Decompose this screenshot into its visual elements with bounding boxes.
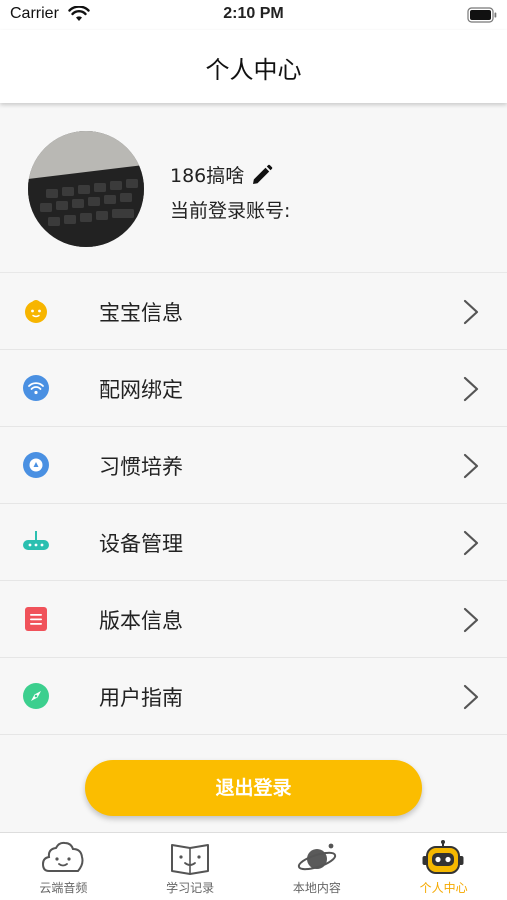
chevron-right-icon: [463, 453, 479, 479]
logout-button[interactable]: 退出登录: [85, 760, 422, 816]
tab-learning-record[interactable]: 学习记录: [127, 833, 254, 900]
edit-pencil-icon[interactable]: [250, 163, 274, 187]
avatar-photo: [28, 131, 144, 247]
document-icon: [25, 607, 47, 631]
robot-icon: [422, 840, 464, 874]
menu-item-network-binding[interactable]: 配网绑定: [0, 350, 507, 427]
menu-item-label: 宝宝信息: [99, 301, 183, 325]
menu-item-label: 习惯培养: [99, 455, 183, 479]
account-label: 当前登录账号:: [170, 200, 291, 222]
profile-section: 186搞啥 当前登录账号:: [0, 103, 507, 273]
menu-item-label: 设备管理: [99, 532, 183, 556]
habit-compass-icon: [23, 452, 49, 478]
tab-label: 个人中心: [419, 881, 468, 895]
tab-bar: 云端音频 学习记录 本地内容 个人中心: [0, 832, 507, 900]
tab-local-content[interactable]: 本地内容: [254, 833, 381, 900]
nav-bar: 个人中心: [0, 30, 507, 103]
menu-item-baby-info[interactable]: 宝宝信息: [0, 273, 507, 350]
chevron-right-icon: [463, 684, 479, 710]
status-bar: Carrier 2:10 PM: [0, 0, 507, 30]
menu-item-version-info[interactable]: 版本信息: [0, 581, 507, 658]
tab-label: 云端音频: [39, 881, 88, 895]
profile-name: 186搞啥: [170, 165, 245, 187]
page-title: 个人中心: [205, 56, 302, 84]
planet-icon: [297, 843, 336, 871]
menu-item-habit-training[interactable]: 习惯培养: [0, 427, 507, 504]
tab-label: 本地内容: [292, 881, 341, 895]
menu-item-user-guide[interactable]: 用户指南: [0, 658, 507, 735]
tab-cloud-audio[interactable]: 云端音频: [0, 833, 127, 900]
settings-menu: 宝宝信息 配网绑定 习惯培养 设备管理 版本信息 用户指南: [0, 273, 507, 735]
menu-item-device-management[interactable]: 设备管理: [0, 504, 507, 581]
menu-item-label: 配网绑定: [99, 378, 183, 402]
profile-name-row: 186搞啥: [170, 161, 274, 188]
clock: 2:10 PM: [223, 5, 284, 22]
cloud-face-icon: [41, 841, 84, 872]
menu-item-label: 用户指南: [99, 686, 183, 710]
chevron-right-icon: [463, 299, 479, 325]
avatar[interactable]: [28, 131, 144, 247]
battery-icon: [467, 7, 497, 23]
guide-compass-icon: [23, 683, 49, 709]
baby-face-icon: [25, 300, 47, 323]
chevron-right-icon: [463, 376, 479, 402]
menu-item-label: 版本信息: [99, 609, 183, 633]
chevron-right-icon: [463, 530, 479, 556]
book-face-icon: [170, 844, 209, 875]
tab-personal-center[interactable]: 个人中心: [380, 833, 507, 900]
tab-label: 学习记录: [166, 881, 215, 895]
chevron-right-icon: [463, 607, 479, 633]
router-icon: [23, 531, 49, 550]
wifi-icon: [23, 375, 49, 401]
